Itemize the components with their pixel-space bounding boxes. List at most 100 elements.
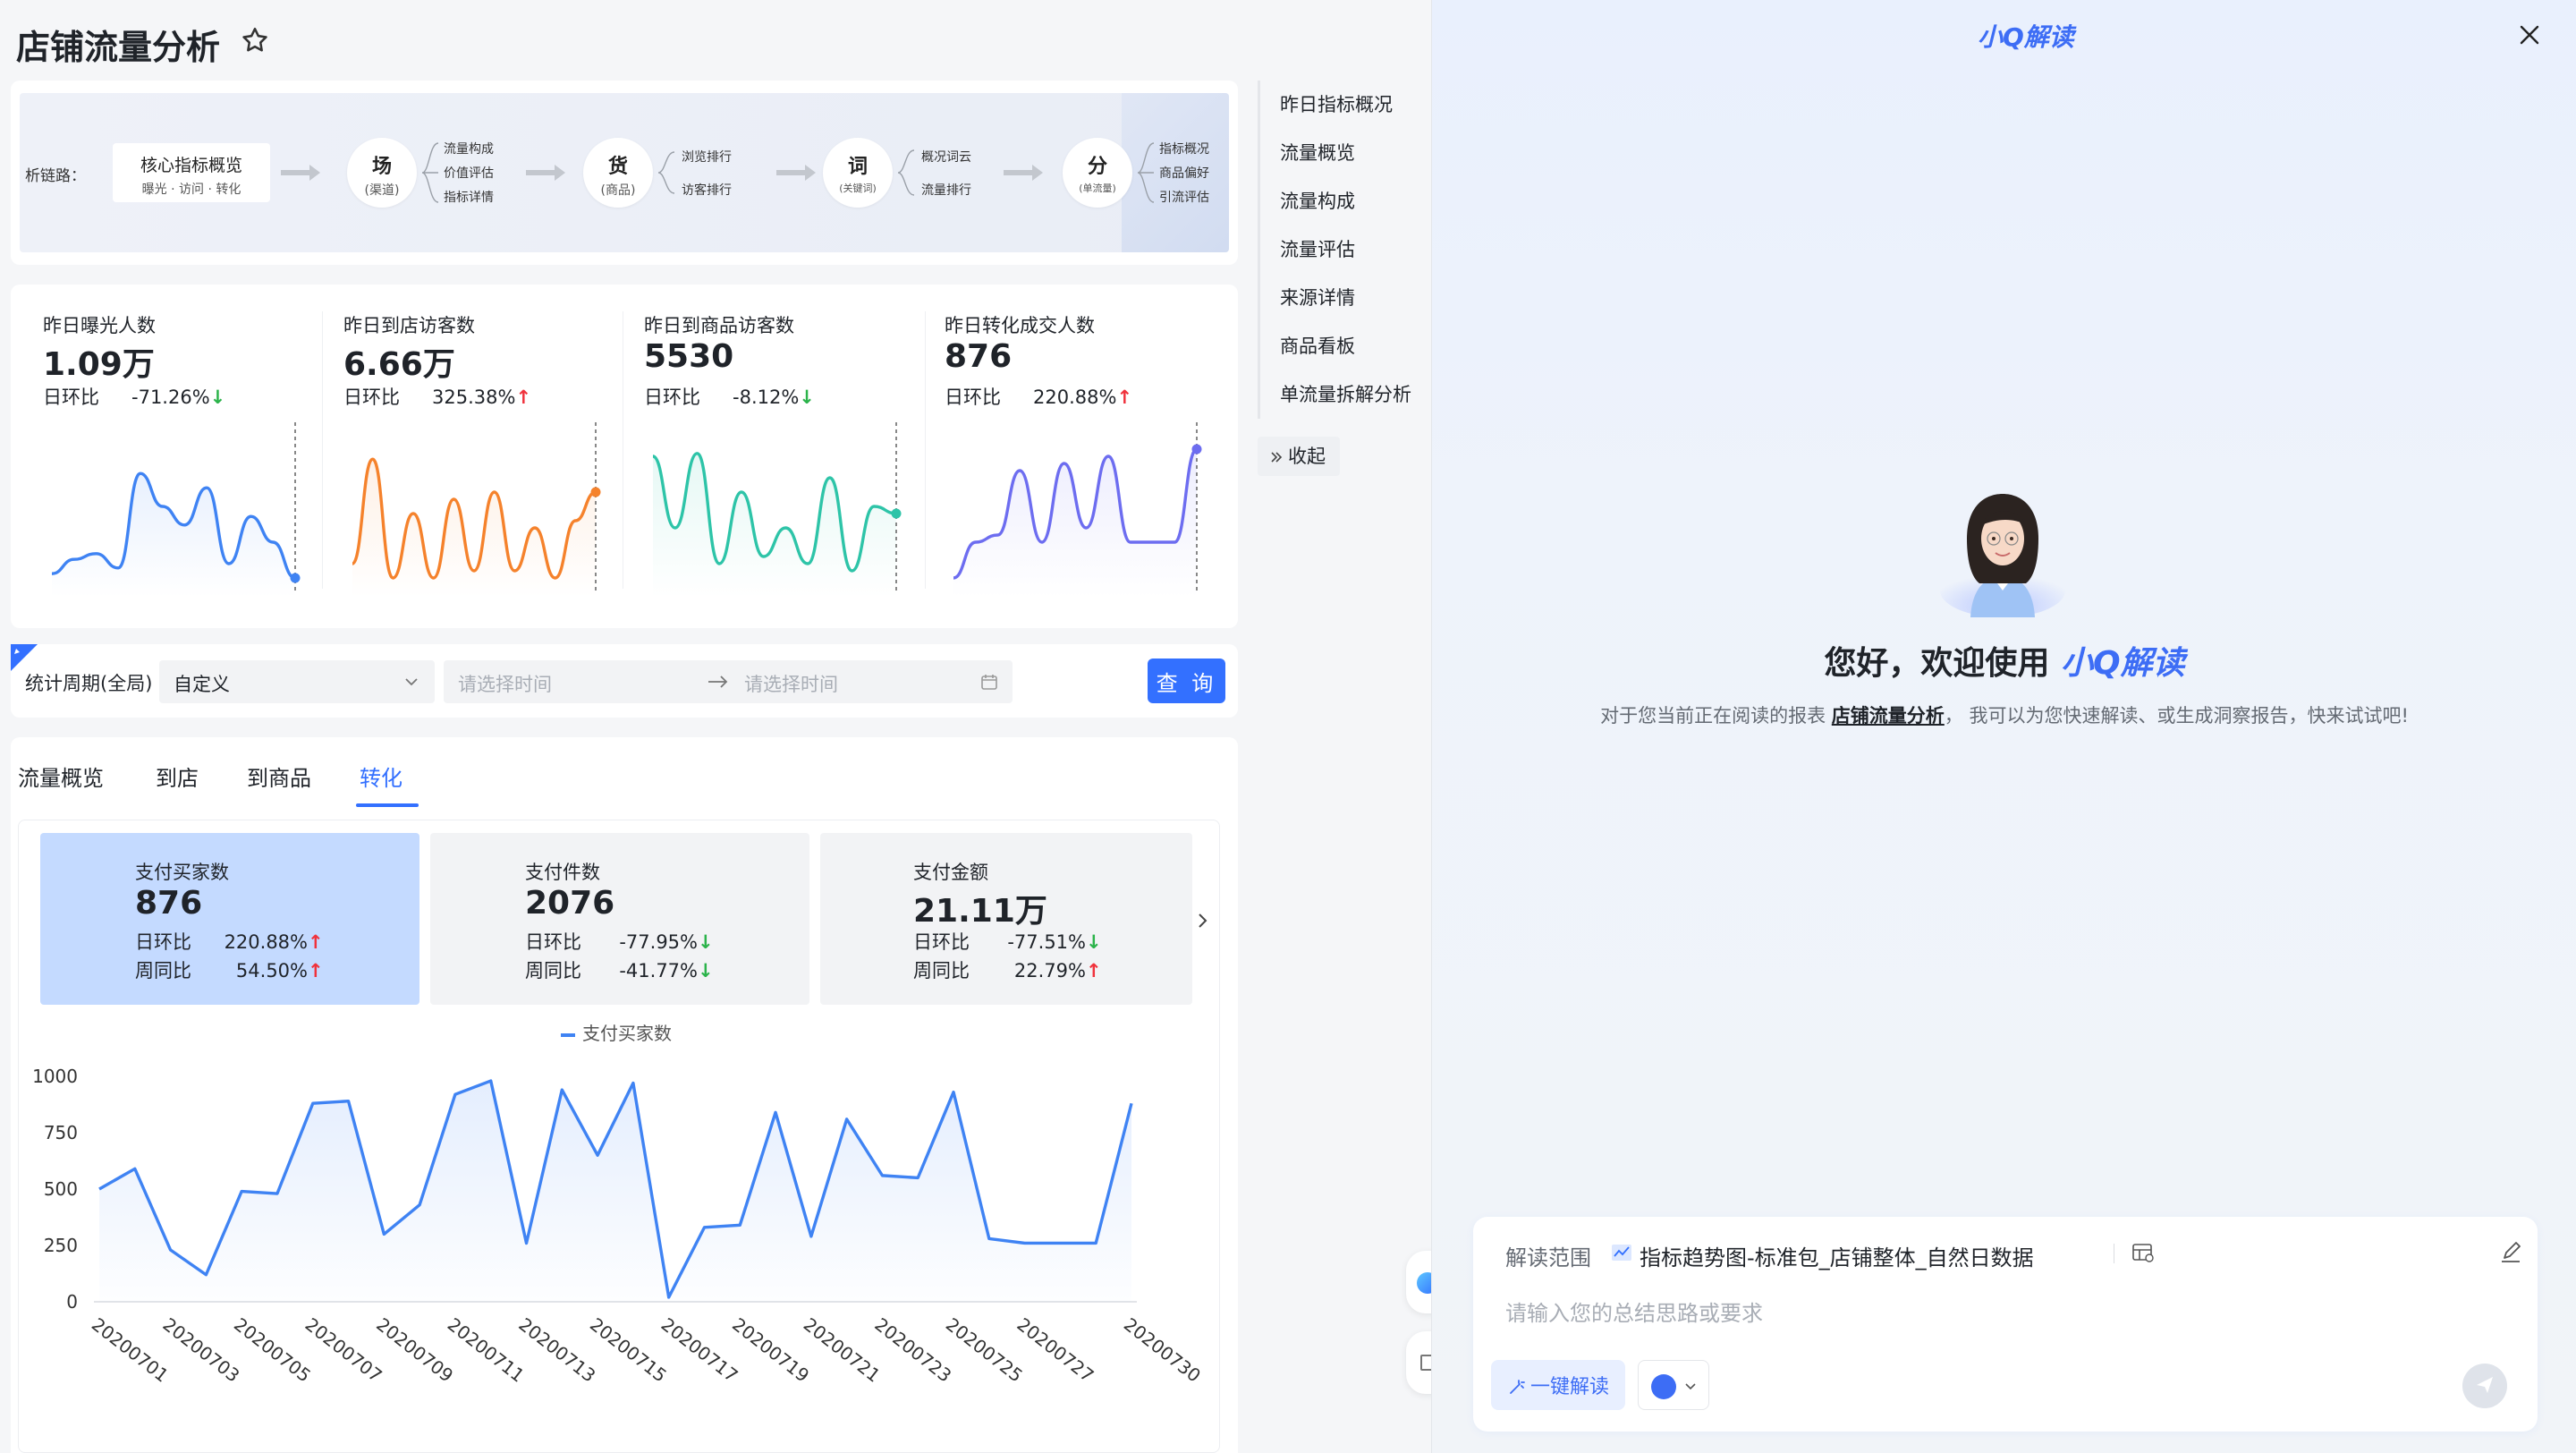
toc-item[interactable]: 商品看板 xyxy=(1280,322,1428,370)
toc-item[interactable]: 昨日指标概况 xyxy=(1280,81,1428,129)
y-tick-label: 0 xyxy=(66,1291,78,1313)
arrow-up-icon: ↑ xyxy=(308,931,324,953)
stage-keyword-sub: (关键词) xyxy=(839,183,877,194)
metric-paying-buyers[interactable]: 支付买家数 876 日环比 220.88%↑ 周同比 54.50%↑ xyxy=(40,833,419,1005)
stage-item[interactable]: 流量排行 xyxy=(921,181,971,199)
kpi-compare: 日环比 -8.12%↓ xyxy=(644,383,815,410)
one-click-interpret-button[interactable]: 一键解读 xyxy=(1491,1360,1625,1410)
sparkline-end-point xyxy=(590,487,601,497)
metric-daily-label: 日环比 xyxy=(913,931,970,953)
stage-single-flow[interactable]: 分 (单流量) xyxy=(1063,138,1132,208)
subtext-suffix: ， 我可以为您快速解读、或生成洞察报告，快来试试吧! xyxy=(1944,705,2409,726)
table-select-icon[interactable] xyxy=(2131,1242,2155,1263)
toc-item[interactable]: 流量评估 xyxy=(1280,225,1428,274)
collapse-toc-button[interactable]: 收起 xyxy=(1258,437,1340,476)
scope-value[interactable]: 指标趋势图-标准包_店铺整体_自然日数据 xyxy=(1640,1240,2034,1271)
period-select[interactable]: 自定义 xyxy=(159,660,435,703)
welcome-heading: 您好，欢迎使用 小Q解读 xyxy=(1432,637,2576,684)
stage-item[interactable]: 浏览排行 xyxy=(682,148,732,166)
chain-arrow-icon xyxy=(776,165,816,181)
stage-channel[interactable]: 场 (渠道) xyxy=(347,138,417,208)
kpi-exposure[interactable]: 昨日曝光人数 1.09万 日环比 -71.26%↓ xyxy=(43,311,327,607)
stage-item[interactable]: 引流评估 xyxy=(1159,188,1209,206)
arrow-down-icon: ↓ xyxy=(1086,931,1102,953)
toc-item[interactable]: 流量构成 xyxy=(1280,177,1428,225)
arrow-right-icon xyxy=(708,676,728,688)
kpi-sparkline xyxy=(51,422,301,598)
tab-conversion[interactable]: 转化 xyxy=(360,760,402,792)
kpi-compare-value: -8.12% xyxy=(733,387,800,408)
kpi-compare-label: 日环比 xyxy=(343,387,400,408)
toc-item[interactable]: 流量概览 xyxy=(1280,129,1428,177)
tab-to-goods[interactable]: 到商品 xyxy=(247,760,311,792)
stage-keyword-title: 词 xyxy=(847,156,868,178)
double-chevron-right-icon xyxy=(1271,452,1283,463)
kpi-compare-label: 日环比 xyxy=(644,387,700,408)
stage-item[interactable]: 价值评估 xyxy=(444,164,494,182)
arrow-down-icon: ↓ xyxy=(799,387,815,408)
favorite-star-icon[interactable] xyxy=(240,25,270,55)
bracket-icon xyxy=(657,151,675,194)
x-tick-label: 20200701 xyxy=(88,1313,173,1387)
close-icon[interactable] xyxy=(2518,23,2541,47)
chart-legend[interactable]: 支付买家数 xyxy=(561,1019,672,1045)
metric-daily-label: 日环比 xyxy=(525,931,581,953)
metric-weekly: 周同比 54.50%↑ xyxy=(135,956,324,983)
kpi-label: 昨日到店访客数 xyxy=(343,315,475,336)
tab-traffic-overview[interactable]: 流量概览 xyxy=(18,760,104,792)
y-tick-label: 500 xyxy=(44,1178,78,1200)
chevron-down-icon xyxy=(1685,1383,1696,1390)
stage-keyword[interactable]: 词 (关键词) xyxy=(823,138,893,208)
report-link[interactable]: 店铺流量分析 xyxy=(1832,705,1945,726)
metric-weekly-label: 周同比 xyxy=(525,960,581,981)
x-tick-label: 20200721 xyxy=(800,1313,885,1387)
legend-label: 支付买家数 xyxy=(582,1023,672,1044)
stage-item[interactable]: 指标详情 xyxy=(444,188,494,206)
toc-item[interactable]: 单流量拆解分析 xyxy=(1280,370,1428,419)
stage-goods[interactable]: 货 (商品) xyxy=(583,138,653,208)
metric-label: 支付金额 xyxy=(913,862,988,883)
kpi-label: 昨日到商品访客数 xyxy=(644,315,794,336)
tab-to-store[interactable]: 到店 xyxy=(156,760,199,792)
core-metrics-box[interactable]: 核心指标概览 曝光 · 访问 · 转化 xyxy=(113,143,270,202)
stage-single-flow-items: 指标概况 商品偏好 引流评估 xyxy=(1159,140,1209,206)
start-date-input[interactable]: 请选择时间 xyxy=(458,670,552,697)
metric-payment-amount[interactable]: 支付金额 21.11万 日环比 -77.51%↓ 周同比 22.79%↑ xyxy=(820,833,1192,1005)
x-tick-label: 20200713 xyxy=(514,1313,599,1387)
stage-single-flow-sub: (单流量) xyxy=(1079,183,1116,194)
arrow-up-icon: ↑ xyxy=(308,960,324,981)
chevron-right-icon[interactable] xyxy=(1194,910,1212,931)
bracket-icon xyxy=(1137,142,1155,203)
kpi-value: 5530 xyxy=(644,338,734,375)
sparkline-line xyxy=(351,457,597,580)
x-tick-label: 20200730 xyxy=(1120,1313,1205,1387)
core-subtitle: 曝光 · 访问 · 转化 xyxy=(141,183,242,197)
stage-item[interactable]: 访客排行 xyxy=(682,181,732,199)
x-tick-label: 20200715 xyxy=(586,1313,671,1387)
kpi-goods-visitors[interactable]: 昨日到商品访客数 5530 日环比 -8.12%↓ xyxy=(644,311,928,607)
chain-arrow-icon xyxy=(281,165,320,181)
stage-keyword-items: 概况词云 流量排行 xyxy=(921,140,971,206)
x-tick-label: 20200711 xyxy=(444,1313,529,1387)
prompt-input[interactable]: 请输入您的总结思路或要求 xyxy=(1505,1296,1763,1327)
metric-weekly-value: -41.77% xyxy=(619,960,698,981)
stage-item[interactable]: 概况词云 xyxy=(921,148,971,166)
toc-item[interactable]: 来源详情 xyxy=(1280,274,1428,322)
chain-arrow-icon xyxy=(1004,165,1043,181)
edit-icon[interactable] xyxy=(2498,1240,2523,1265)
stage-goods-sub: (商品) xyxy=(600,183,636,198)
date-range-picker[interactable]: 请选择时间 请选择时间 xyxy=(444,660,1013,703)
stage-item[interactable]: 商品偏好 xyxy=(1159,164,1209,182)
arrow-down-icon: ↓ xyxy=(698,960,714,981)
model-select[interactable] xyxy=(1638,1360,1709,1410)
metric-weekly-label: 周同比 xyxy=(135,960,191,981)
send-button[interactable] xyxy=(2462,1364,2507,1408)
end-date-input[interactable]: 请选择时间 xyxy=(744,670,838,697)
kpi-converted-buyers[interactable]: 昨日转化成交人数 876 日环比 220.88%↑ xyxy=(945,311,1229,607)
kpi-store-visitors[interactable]: 昨日到店访客数 6.66万 日环比 325.38%↑ xyxy=(343,311,628,607)
metric-paid-items[interactable]: 支付件数 2076 日环比 -77.95%↓ 周同比 -41.77%↓ xyxy=(430,833,809,1005)
stage-item[interactable]: 流量构成 xyxy=(444,140,494,157)
kpi-compare-label: 日环比 xyxy=(43,387,99,408)
stage-item[interactable]: 指标概况 xyxy=(1159,140,1209,157)
query-button[interactable]: 查 询 xyxy=(1148,659,1225,703)
